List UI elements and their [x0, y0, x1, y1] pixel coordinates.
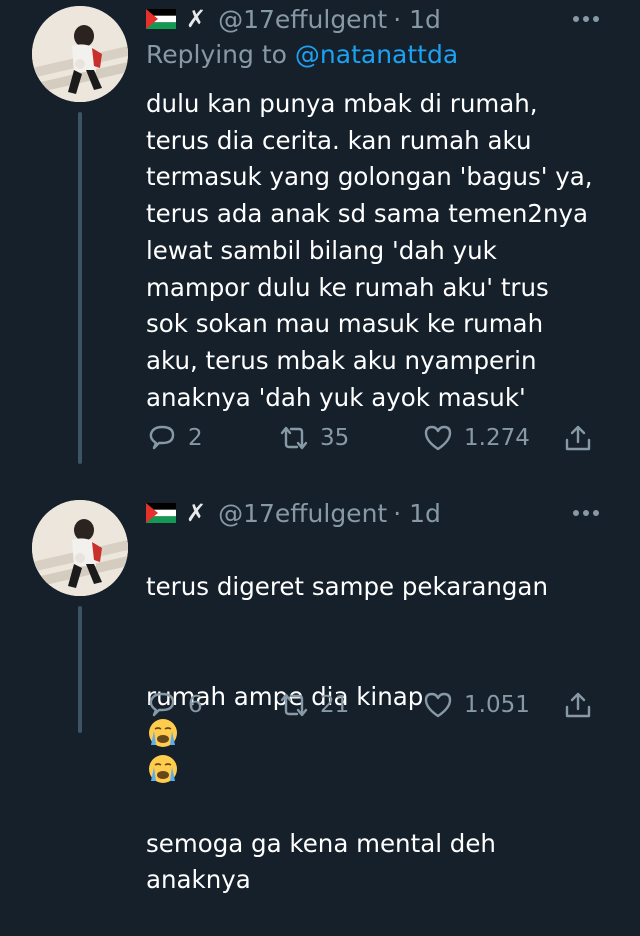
reply-icon: [149, 692, 175, 717]
thread-line: [78, 606, 82, 733]
handle[interactable]: @17effulgent: [218, 499, 387, 528]
retweet-icon: [280, 693, 308, 717]
divider-symbol-icon: ✗: [186, 5, 207, 33]
tweet-text: dulu kan punya mbak di rumah, terus dia …: [146, 89, 593, 412]
retweet-button[interactable]: 35: [278, 420, 349, 456]
palestine-flag-icon: [146, 503, 176, 523]
palestine-flag-icon: [146, 9, 176, 29]
more-options-button[interactable]: [566, 498, 606, 528]
like-button[interactable]: 1.051: [422, 687, 530, 723]
reply-icon: [149, 425, 175, 450]
like-count: 1.051: [464, 692, 530, 718]
more-dots-icon: [573, 510, 599, 516]
replying-prefix: Replying to: [146, 40, 287, 69]
tweet-header: ✗ @17effulgent · 1d: [146, 496, 441, 530]
tweet-text-line: terus digeret sampe pekarangan: [146, 571, 548, 601]
tweet-1[interactable]: ✗ @17effulgent · 1d Replying to @natanat…: [0, 0, 640, 470]
replying-to: Replying to @natanattda: [146, 40, 458, 69]
tweet-actions: 6 21 1.051: [146, 687, 606, 723]
avatar[interactable]: [32, 500, 128, 596]
avatar[interactable]: [32, 6, 128, 102]
tweet-header: ✗ @17effulgent · 1d: [146, 2, 441, 36]
like-button[interactable]: 1.274: [422, 420, 530, 456]
reply-button[interactable]: 6: [146, 687, 203, 723]
heart-icon: [424, 425, 452, 451]
retweet-button[interactable]: 21: [278, 687, 349, 723]
like-count: 1.274: [464, 425, 530, 451]
tweet-2[interactable]: ✗ @17effulgent · 1d terus digeret sampe …: [0, 490, 640, 894]
share-icon: [565, 692, 591, 718]
tweet-actions: 2 35 1.274: [146, 420, 606, 456]
reply-count: 2: [188, 425, 203, 451]
tweet-text: terus digeret sampe pekarangan rumah amp…: [146, 532, 616, 936]
more-dots-icon: [573, 16, 599, 22]
avatar-photo: [32, 6, 128, 102]
thread-line: [78, 112, 82, 464]
loudly-crying-face-icon: [149, 755, 177, 784]
replying-mention-link[interactable]: @natanattda: [295, 40, 458, 69]
tweet-text-line: semoga ga kena mental deh anaknya: [146, 828, 496, 895]
reply-button[interactable]: 2: [146, 420, 203, 456]
avatar-photo: [32, 500, 128, 596]
timestamp[interactable]: · 1d: [393, 5, 441, 34]
handle[interactable]: @17effulgent: [218, 5, 387, 34]
timestamp[interactable]: · 1d: [393, 499, 441, 528]
retweet-count: 21: [320, 692, 350, 718]
reply-count: 6: [188, 692, 203, 718]
more-options-button[interactable]: [566, 4, 606, 34]
divider-symbol-icon: ✗: [186, 499, 207, 527]
heart-icon: [424, 692, 452, 718]
share-button[interactable]: [562, 420, 594, 456]
retweet-icon: [280, 426, 308, 450]
share-icon: [565, 425, 591, 451]
share-button[interactable]: [562, 687, 594, 723]
retweet-count: 35: [320, 425, 350, 451]
